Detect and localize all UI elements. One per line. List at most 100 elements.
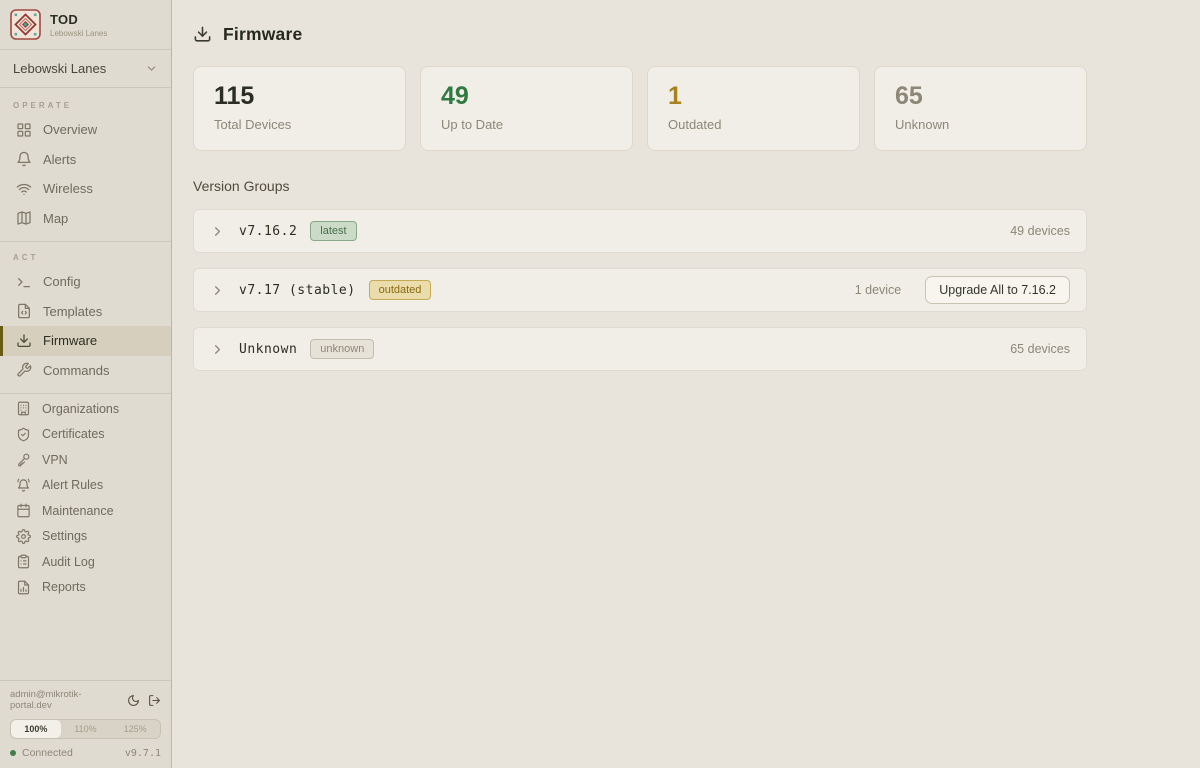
stat-label: Up to Date: [441, 117, 612, 132]
stat-card-outdated: 1 Outdated: [647, 66, 860, 151]
sidebar-item-organizations[interactable]: Organizations: [0, 396, 171, 422]
stat-value: 49: [441, 83, 612, 111]
stat-value: 115: [214, 83, 385, 111]
bell-ring-icon: [16, 478, 31, 493]
device-count: 65 devices: [1010, 342, 1070, 356]
file-code-icon: [16, 303, 32, 319]
download-icon: [16, 333, 32, 349]
zoom-option-125[interactable]: 125%: [110, 720, 160, 738]
sidebar-item-label: Certificates: [42, 427, 105, 441]
app-logo: TOD Lebowski Lanes: [0, 0, 171, 50]
logout-button[interactable]: [148, 694, 161, 707]
sidebar-item-maintenance[interactable]: Maintenance: [0, 498, 171, 524]
stat-card-unknown: 65 Unknown: [874, 66, 1087, 151]
sidebar-item-settings[interactable]: Settings: [0, 524, 171, 550]
version-group-row-stable[interactable]: v7.17 (stable) outdated 1 device Upgrade…: [193, 268, 1087, 312]
status-badge: latest: [310, 221, 356, 241]
bell-icon: [16, 151, 32, 167]
account-email: admin@mikrotik-portal.dev: [10, 689, 119, 711]
map-icon: [16, 210, 32, 226]
wifi-icon: [16, 181, 32, 197]
firmware-version: v7.16.2: [239, 224, 297, 239]
sidebar-item-label: Config: [43, 274, 81, 289]
sidebar-item-config[interactable]: Config: [0, 267, 171, 297]
sidebar-item-label: VPN: [42, 453, 68, 467]
divider: [0, 241, 171, 242]
clipboard-icon: [16, 554, 31, 569]
sidebar-item-label: Wireless: [43, 181, 93, 196]
download-icon: [193, 25, 212, 44]
version-group-row-latest[interactable]: v7.16.2 latest 49 devices: [193, 209, 1087, 253]
stat-label: Unknown: [895, 117, 1066, 132]
version-groups-heading: Version Groups: [193, 178, 1087, 194]
page-title: Firmware: [223, 24, 302, 45]
stat-card-total-devices: 115 Total Devices: [193, 66, 406, 151]
sidebar-item-label: Map: [43, 211, 68, 226]
calendar-icon: [16, 503, 31, 518]
status-badge: unknown: [310, 339, 374, 359]
chevron-down-icon: [145, 62, 158, 75]
gear-icon: [16, 529, 31, 544]
logout-icon: [148, 694, 161, 707]
main-content: Firmware 115 Total Devices 49 Up to Date…: [172, 0, 1200, 768]
sidebar-nav: OPERATE Overview Alerts Wireless Map ACT…: [0, 88, 171, 600]
expand-row-button[interactable]: [210, 342, 225, 357]
sidebar: TOD Lebowski Lanes Lebowski Lanes OPERAT…: [0, 0, 172, 768]
sidebar-item-label: Organizations: [42, 402, 119, 416]
sidebar-item-label: Alert Rules: [42, 478, 103, 492]
sidebar-item-audit-log[interactable]: Audit Log: [0, 549, 171, 575]
firmware-version: Unknown: [239, 342, 297, 357]
app-name: TOD: [50, 12, 107, 27]
sidebar-item-alert-rules[interactable]: Alert Rules: [0, 473, 171, 499]
terminal-icon: [16, 274, 32, 290]
expand-row-button[interactable]: [210, 283, 225, 298]
zoom-option-100[interactable]: 100%: [11, 720, 61, 738]
app-subtitle: Lebowski Lanes: [50, 29, 107, 38]
report-icon: [16, 580, 31, 595]
chevron-right-icon: [210, 283, 225, 298]
connection-status-dot: [10, 750, 16, 756]
sidebar-item-reports[interactable]: Reports: [0, 575, 171, 601]
upgrade-all-button[interactable]: Upgrade All to 7.16.2: [925, 276, 1070, 304]
sidebar-item-label: Reports: [42, 580, 86, 594]
app-version: v9.7.1: [125, 748, 161, 759]
sidebar-item-map[interactable]: Map: [0, 204, 171, 234]
sidebar-item-firmware[interactable]: Firmware: [0, 326, 171, 356]
zoom-option-110[interactable]: 110%: [61, 720, 111, 738]
sidebar-item-label: Templates: [43, 304, 102, 319]
sidebar-item-label: Audit Log: [42, 555, 95, 569]
sidebar-item-vpn[interactable]: VPN: [0, 447, 171, 473]
sidebar-item-wireless[interactable]: Wireless: [0, 174, 171, 204]
version-group-row-unknown[interactable]: Unknown unknown 65 devices: [193, 327, 1087, 371]
stat-card-up-to-date: 49 Up to Date: [420, 66, 633, 151]
sidebar-item-templates[interactable]: Templates: [0, 297, 171, 327]
moon-icon: [127, 694, 140, 707]
sidebar-item-label: Overview: [43, 122, 97, 137]
org-selector-value: Lebowski Lanes: [13, 61, 106, 76]
sidebar-footer: admin@mikrotik-portal.dev 100% 110% 125%…: [0, 680, 171, 768]
theme-toggle-button[interactable]: [127, 694, 140, 707]
expand-row-button[interactable]: [210, 224, 225, 239]
sidebar-item-overview[interactable]: Overview: [0, 115, 171, 145]
status-badge: outdated: [369, 280, 432, 300]
stat-label: Total Devices: [214, 117, 385, 132]
wrench-icon: [16, 362, 32, 378]
chevron-right-icon: [210, 224, 225, 239]
sidebar-item-label: Alerts: [43, 152, 76, 167]
stat-value: 65: [895, 83, 1066, 111]
sidebar-item-label: Settings: [42, 529, 87, 543]
sidebar-item-commands[interactable]: Commands: [0, 356, 171, 386]
sidebar-item-label: Commands: [43, 363, 109, 378]
sidebar-item-certificates[interactable]: Certificates: [0, 422, 171, 448]
sidebar-item-alerts[interactable]: Alerts: [0, 145, 171, 175]
stat-value: 1: [668, 83, 839, 111]
building-icon: [16, 401, 31, 416]
dashboard-icon: [16, 122, 32, 138]
device-count: 1 device: [855, 283, 902, 297]
org-selector[interactable]: Lebowski Lanes: [0, 50, 171, 88]
stats-row: 115 Total Devices 49 Up to Date 1 Outdat…: [193, 66, 1087, 151]
sidebar-item-label: Maintenance: [42, 504, 114, 518]
device-count: 49 devices: [1010, 224, 1070, 238]
chevron-right-icon: [210, 342, 225, 357]
firmware-version: v7.17 (stable): [239, 283, 356, 298]
